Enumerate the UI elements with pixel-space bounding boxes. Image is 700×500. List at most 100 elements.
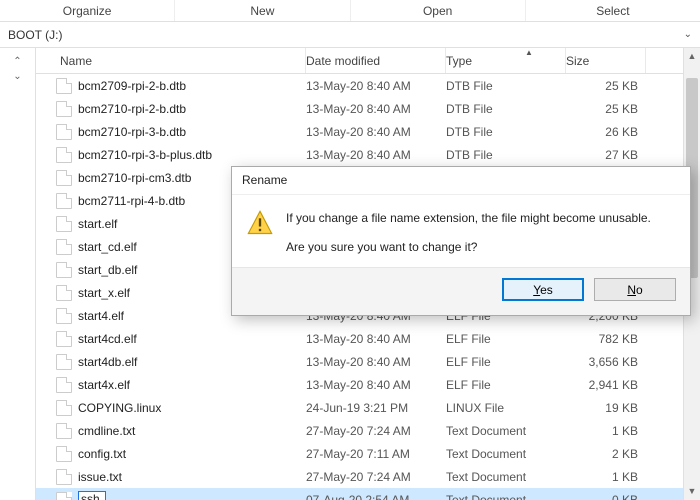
ribbon-open[interactable]: Open [351, 0, 526, 21]
file-name: COPYING.linux [78, 401, 306, 415]
table-row[interactable]: start4x.elf13-May-20 8:40 AMELF File2,94… [36, 373, 700, 396]
file-date: 13-May-20 8:40 AM [306, 125, 446, 139]
file-size: 2,941 KB [566, 378, 642, 392]
file-icon [56, 331, 72, 347]
file-icon [56, 400, 72, 416]
file-icon [56, 446, 72, 462]
ribbon-new[interactable]: New [175, 0, 350, 21]
scroll-down-icon[interactable]: ▼ [684, 483, 700, 500]
file-type: Text Document [446, 447, 566, 461]
file-icon [56, 170, 72, 186]
sort-indicator-icon: ▲ [525, 48, 533, 57]
table-row[interactable]: cmdline.txt27-May-20 7:24 AMText Documen… [36, 419, 700, 442]
dialog-line1: If you change a file name extension, the… [286, 209, 651, 228]
nav-expand-down-icon[interactable]: ⌄ [13, 71, 21, 82]
file-name: bcm2709-rpi-2-b.dtb [78, 79, 306, 93]
table-row-renaming[interactable]: ssh07-Aug-20 2:54 AMText Document0 KB [36, 488, 700, 500]
dialog-title: Rename [232, 167, 690, 195]
table-row[interactable]: start4cd.elf13-May-20 8:40 AMELF File782… [36, 327, 700, 350]
table-row[interactable]: bcm2710-rpi-2-b.dtb13-May-20 8:40 AMDTB … [36, 97, 700, 120]
file-icon [56, 354, 72, 370]
file-name: start4x.elf [78, 378, 306, 392]
table-row[interactable]: config.txt27-May-20 7:11 AMText Document… [36, 442, 700, 465]
chevron-down-icon[interactable]: ⌄ [684, 29, 692, 40]
file-icon [56, 216, 72, 232]
nav-pane: ⌃ ⌄ [0, 48, 36, 500]
file-name: bcm2710-rpi-2-b.dtb [78, 102, 306, 116]
nav-collapse-up-icon[interactable]: ⌃ [13, 56, 21, 67]
file-icon [56, 193, 72, 209]
no-button[interactable]: No [594, 278, 676, 301]
file-name: bcm2710-rpi-3-b-plus.dtb [78, 148, 306, 162]
file-size: 782 KB [566, 332, 642, 346]
table-row[interactable]: bcm2710-rpi-3-b.dtb13-May-20 8:40 AMDTB … [36, 120, 700, 143]
file-name: cmdline.txt [78, 424, 306, 438]
file-icon [56, 469, 72, 485]
file-type: DTB File [446, 148, 566, 162]
file-type: ELF File [446, 332, 566, 346]
file-icon [56, 124, 72, 140]
file-name: start4cd.elf [78, 332, 306, 346]
file-name: bcm2710-rpi-3-b.dtb [78, 125, 306, 139]
file-date: 24-Jun-19 3:21 PM [306, 401, 446, 415]
rename-dialog: Rename If you change a file name extensi… [231, 166, 691, 316]
file-type: ELF File [446, 355, 566, 369]
table-row[interactable]: start4db.elf13-May-20 8:40 AMELF File3,6… [36, 350, 700, 373]
file-icon [56, 101, 72, 117]
rename-input[interactable]: ssh [78, 491, 106, 500]
file-icon [56, 377, 72, 393]
file-type: Text Document [446, 493, 566, 500]
dialog-line2: Are you sure you want to change it? [286, 238, 651, 257]
file-type: DTB File [446, 125, 566, 139]
file-name: start4db.elf [78, 355, 306, 369]
file-icon [56, 78, 72, 94]
file-date: 13-May-20 8:40 AM [306, 79, 446, 93]
file-name: issue.txt [78, 470, 306, 484]
file-size: 25 KB [566, 102, 642, 116]
file-icon [56, 147, 72, 163]
file-type: Text Document [446, 470, 566, 484]
file-size: 26 KB [566, 125, 642, 139]
file-list-area: Name Date modified Type Size ▲ bcm2709-r… [36, 48, 700, 500]
column-header-size[interactable]: Size [566, 48, 646, 73]
ribbon-tabs: Organize New Open Select [0, 0, 700, 22]
file-size: 25 KB [566, 79, 642, 93]
file-size: 1 KB [566, 470, 642, 484]
file-date: 13-May-20 8:40 AM [306, 148, 446, 162]
file-icon [56, 262, 72, 278]
file-icon [56, 423, 72, 439]
warning-icon [246, 209, 274, 237]
file-type: DTB File [446, 102, 566, 116]
file-date: 27-May-20 7:11 AM [306, 447, 446, 461]
file-icon [56, 239, 72, 255]
table-row[interactable]: COPYING.linux24-Jun-19 3:21 PMLINUX File… [36, 396, 700, 419]
file-date: 27-May-20 7:24 AM [306, 424, 446, 438]
dialog-message: If you change a file name extension, the… [286, 209, 651, 257]
file-icon [56, 308, 72, 324]
table-row[interactable]: bcm2709-rpi-2-b.dtb13-May-20 8:40 AMDTB … [36, 74, 700, 97]
file-date: 13-May-20 8:40 AM [306, 102, 446, 116]
file-type: Text Document [446, 424, 566, 438]
ribbon-organize[interactable]: Organize [0, 0, 175, 21]
file-name: config.txt [78, 447, 306, 461]
file-size: 3,656 KB [566, 355, 642, 369]
file-date: 13-May-20 8:40 AM [306, 378, 446, 392]
file-type: LINUX File [446, 401, 566, 415]
column-header-type[interactable]: Type [446, 48, 566, 73]
column-header-date[interactable]: Date modified [306, 48, 446, 73]
file-type: ELF File [446, 378, 566, 392]
address-path: BOOT (J:) [8, 28, 684, 42]
scroll-up-icon[interactable]: ▲ [684, 48, 700, 65]
yes-button[interactable]: Yes [502, 278, 584, 301]
file-date: 13-May-20 8:40 AM [306, 355, 446, 369]
table-row[interactable]: issue.txt27-May-20 7:24 AMText Document1… [36, 465, 700, 488]
table-row[interactable]: bcm2710-rpi-3-b-plus.dtb13-May-20 8:40 A… [36, 143, 700, 166]
column-header-name[interactable]: Name [56, 48, 306, 73]
address-bar[interactable]: BOOT (J:) ⌄ [0, 22, 700, 48]
file-size: 19 KB [566, 401, 642, 415]
ribbon-select[interactable]: Select [526, 0, 700, 21]
file-size: 27 KB [566, 148, 642, 162]
file-date: 27-May-20 7:24 AM [306, 470, 446, 484]
column-headers: Name Date modified Type Size ▲ [36, 48, 700, 74]
file-date: 07-Aug-20 2:54 AM [306, 493, 446, 500]
